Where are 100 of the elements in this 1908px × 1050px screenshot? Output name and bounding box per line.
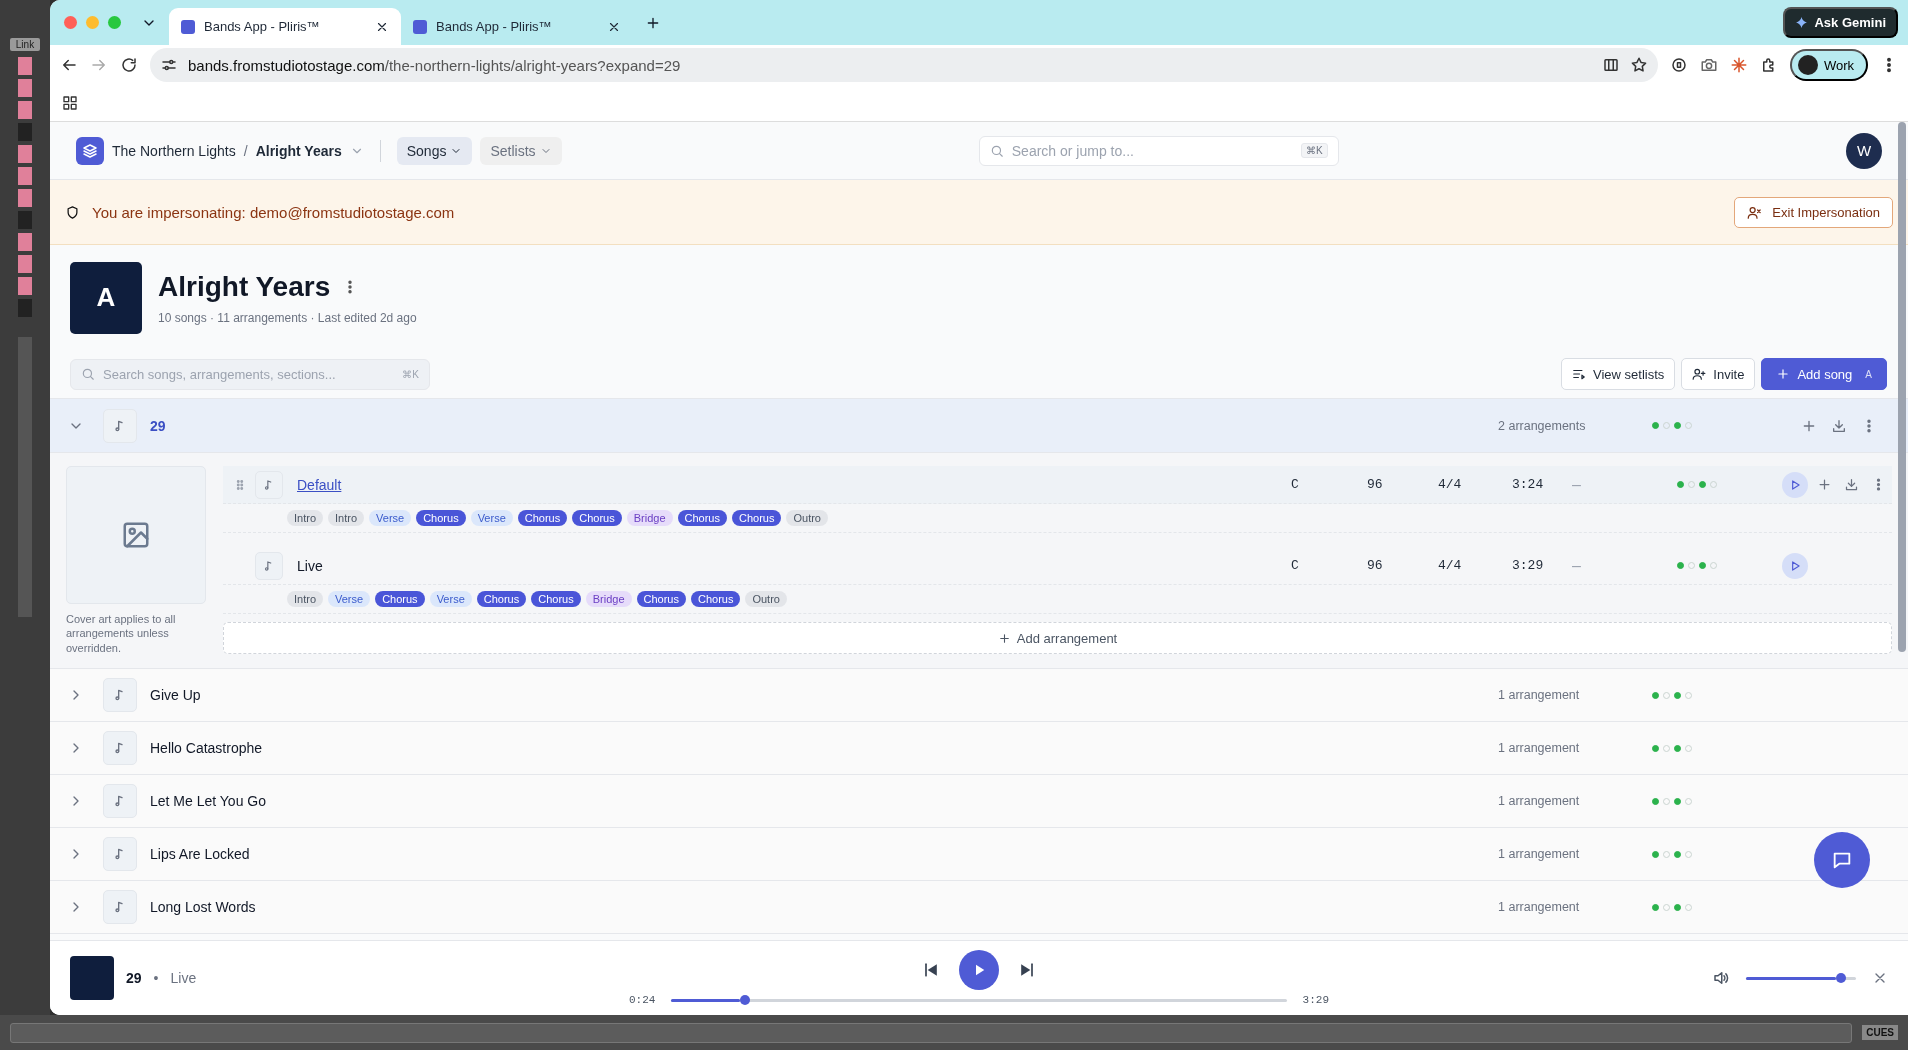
exit-impersonation-button[interactable]: Exit Impersonation xyxy=(1734,196,1893,228)
extension-icon[interactable] xyxy=(1669,56,1688,74)
download-icon xyxy=(1844,477,1859,492)
duration-cell-text: 3:29 xyxy=(1512,558,1545,573)
volume-fill[interactable] xyxy=(1746,976,1836,980)
image-icon xyxy=(121,520,151,550)
section-tag: Chorus xyxy=(375,591,425,607)
add-arrangement-button[interactable]: Add arrangement xyxy=(223,622,1892,654)
meter-cell-text: 4/4 xyxy=(1438,558,1463,573)
browser-tab[interactable]: Bands App - Pliris™ xyxy=(169,8,401,45)
volume-slider[interactable] xyxy=(1746,976,1856,980)
track-title: 29 xyxy=(126,970,142,986)
key-cell-text: C xyxy=(1291,558,1300,573)
track-cover xyxy=(70,956,114,1000)
section-tag: Verse xyxy=(369,510,412,526)
key-cell-text: C xyxy=(1291,477,1300,492)
link-label: Link xyxy=(9,38,41,51)
apps-icon[interactable] xyxy=(62,95,78,111)
arrangement-link[interactable]: Default xyxy=(289,476,342,493)
volume-icon[interactable] xyxy=(1712,969,1730,987)
arrangement-row[interactable]: Default C 96 4/4 3:24 – xyxy=(223,466,1892,504)
shortcut-hint: ⌘K xyxy=(1301,143,1328,158)
arrangement-count: 1 arrangement xyxy=(1498,900,1581,914)
scrollbar[interactable] xyxy=(1898,122,1906,652)
section-tag: Chorus xyxy=(531,591,581,607)
play-button[interactable] xyxy=(1782,471,1808,498)
section-tag: Chorus xyxy=(690,591,741,607)
arrangement-count: 2 arrangements xyxy=(1498,418,1587,433)
song-title[interactable]: Let Me Let You Go xyxy=(150,793,1498,809)
empty-cell-text: – xyxy=(1572,475,1582,494)
section-tag: Chorus xyxy=(677,510,727,526)
section-tag: Chorus xyxy=(517,510,568,526)
progress-fill[interactable] xyxy=(671,998,741,1002)
favicon-icon xyxy=(413,19,427,34)
album-meta: 10 songs · 11 arrangements · Last edited 2d ago xyxy=(158,310,417,325)
invite-button[interactable]: Invite xyxy=(1681,358,1756,390)
progress-track[interactable] xyxy=(671,998,1287,1002)
section-tag: Bridge xyxy=(585,591,632,607)
plus-icon xyxy=(1776,367,1791,381)
section-tag: Verse xyxy=(470,510,513,526)
breadcrumb-link[interactable]: Alright Years xyxy=(255,142,342,159)
total-time: 3:29 xyxy=(1302,994,1329,1006)
nav-tab[interactable]: Songs xyxy=(396,136,473,165)
search-icon xyxy=(989,143,1004,158)
nav-tab[interactable]: Setlists xyxy=(480,136,562,165)
play-button[interactable] xyxy=(959,950,999,990)
avatar-icon xyxy=(1797,55,1818,75)
sparkle-icon xyxy=(1795,16,1809,29)
burst-icon[interactable] xyxy=(1729,56,1748,74)
section-tag: Chorus xyxy=(572,510,622,526)
song-title[interactable]: Lips Are Locked xyxy=(150,846,1498,862)
tempo-cell-text: 96 xyxy=(1367,477,1384,492)
add-button[interactable]: Add song A xyxy=(1761,358,1887,390)
song-title[interactable]: Long Lost Words xyxy=(150,899,1498,915)
song-title[interactable]: Hello Catastrophe xyxy=(150,740,1498,756)
shortcut-hint: ⌘K xyxy=(402,368,419,380)
user-avatar[interactable]: W xyxy=(1846,132,1882,169)
volume-thumb[interactable] xyxy=(1835,973,1846,983)
ask-gemini-button[interactable]: Ask Gemini xyxy=(1783,7,1898,38)
arrangement-count: 1 arrangement xyxy=(1498,688,1581,702)
arrangement-count: 1 arrangement xyxy=(1498,794,1581,808)
section-tag: Outro xyxy=(745,591,787,607)
meter-cell-text: 4/4 xyxy=(1438,477,1463,492)
elapsed-time: 0:24 xyxy=(629,994,656,1006)
breadcrumb-link[interactable]: The Northern Lights xyxy=(112,142,236,159)
section-tag: Verse xyxy=(328,591,371,607)
user-remove-icon xyxy=(1747,204,1763,220)
section-tag: Chorus xyxy=(636,591,686,607)
camera-icon[interactable] xyxy=(1699,56,1718,74)
album-title: Alright Years xyxy=(158,270,331,303)
address-bar[interactable]: bands.fromstudiotostage.com/the-northern-lights/alright-years?expand=29 xyxy=(150,48,1658,82)
progress-thumb[interactable] xyxy=(740,995,751,1005)
plus-icon xyxy=(997,631,1011,645)
section-tag: Chorus xyxy=(416,510,466,526)
section-tag: Chorus xyxy=(732,510,782,526)
arrangement-name[interactable]: Live xyxy=(289,557,323,574)
arrangement-row[interactable]: Live C 96 4/4 3:29 – xyxy=(223,547,1892,585)
section-tag: Intro xyxy=(287,510,323,526)
layers-icon xyxy=(81,141,99,160)
user-add-icon xyxy=(1692,367,1707,381)
app-logo[interactable] xyxy=(76,136,104,165)
setlists-button[interactable]: View setlists xyxy=(1561,358,1676,390)
play-button[interactable] xyxy=(1782,552,1808,579)
search-field[interactable]: Search or jump to... ⌘K xyxy=(978,135,1339,166)
section-tag: Verse xyxy=(429,591,472,607)
song-title[interactable]: 29 xyxy=(150,417,1498,434)
section-tag: Intro xyxy=(328,510,365,526)
browser-tab[interactable]: Bands App - Pliris™ xyxy=(401,8,633,45)
list-icon xyxy=(1572,367,1586,381)
download-icon xyxy=(1831,417,1847,434)
breadcrumb-separator: / xyxy=(243,142,248,159)
arrangement-count: 1 arrangement xyxy=(1498,847,1581,861)
shield-icon xyxy=(65,204,80,220)
song-title[interactable]: Give Up xyxy=(150,687,1498,703)
star-icon[interactable] xyxy=(1629,56,1648,74)
tempo-cell-text: 96 xyxy=(1367,558,1384,573)
profile-button[interactable]: Work xyxy=(1789,49,1868,81)
reader-icon[interactable] xyxy=(1601,56,1620,74)
separator-dot: • xyxy=(153,970,159,986)
reload-icon[interactable] xyxy=(120,56,138,74)
